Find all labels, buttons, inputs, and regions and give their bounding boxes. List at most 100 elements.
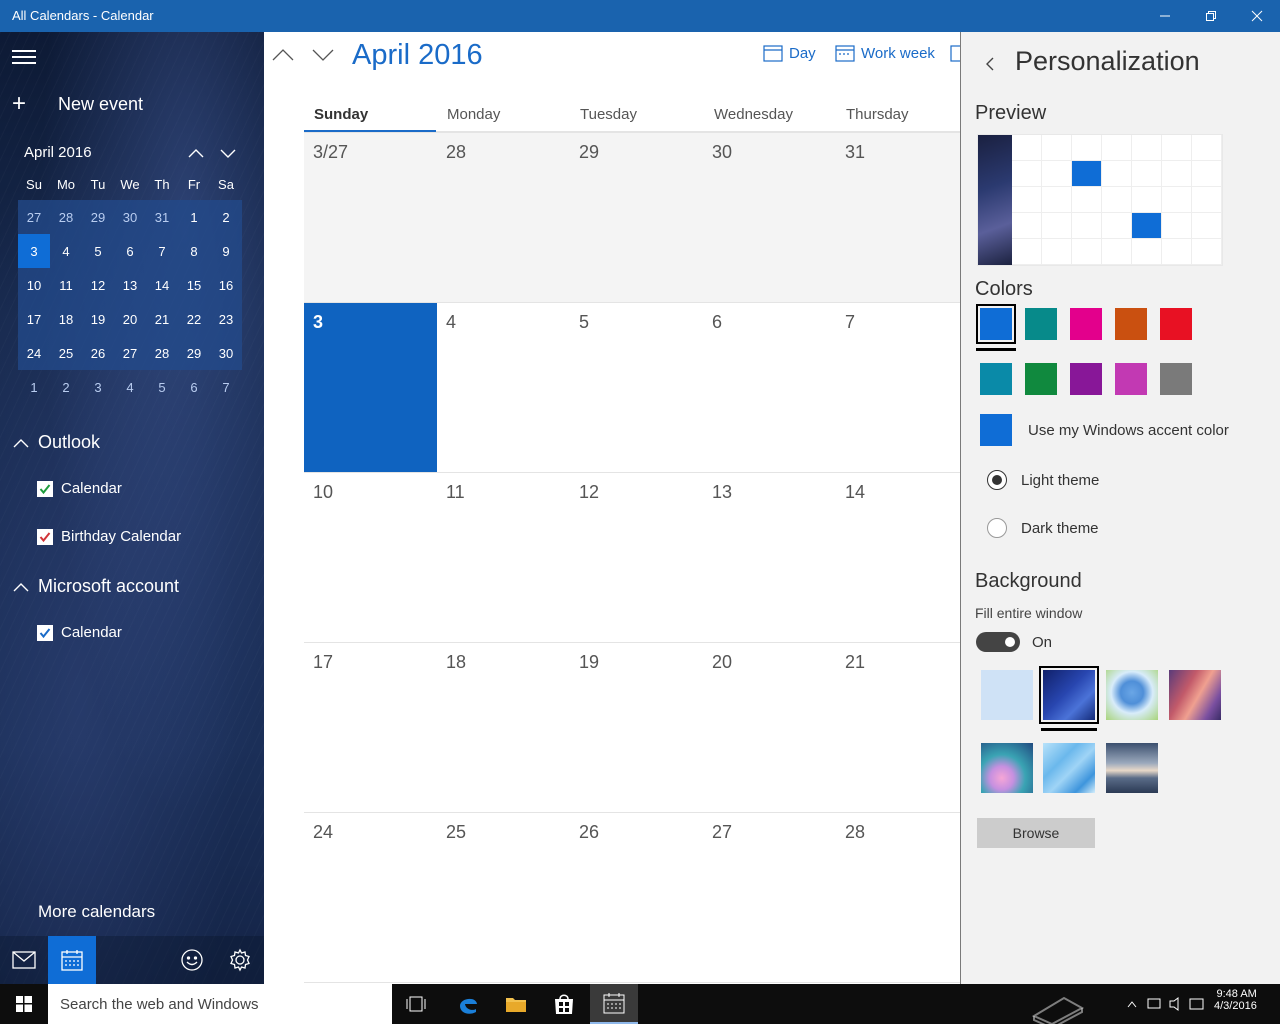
mini-calendar-day[interactable]: 12	[82, 268, 114, 302]
mini-calendar-day[interactable]: 17	[18, 302, 50, 336]
day-cell[interactable]: 11	[437, 473, 570, 642]
back-button[interactable]	[979, 52, 1001, 76]
close-button[interactable]	[1234, 0, 1280, 32]
color-swatch[interactable]	[980, 363, 1012, 395]
mini-calendar-day[interactable]: 27	[114, 336, 146, 370]
mini-calendar-day[interactable]: 8	[178, 234, 210, 268]
calendar-item-microsoft-calendar[interactable]: Calendar	[37, 624, 122, 641]
day-cell[interactable]: 24	[304, 813, 437, 982]
mini-calendar-day[interactable]: 4	[50, 234, 82, 268]
mini-calendar-day[interactable]: 24	[18, 336, 50, 370]
start-button[interactable]	[0, 984, 48, 1024]
background-thumb-canyon[interactable]	[1169, 670, 1221, 720]
day-cell[interactable]: 25	[437, 813, 570, 982]
day-cell[interactable]: 3	[304, 303, 437, 472]
edge-browser-button[interactable]	[444, 984, 492, 1024]
color-swatch[interactable]	[1025, 363, 1057, 395]
day-cell[interactable]: 17	[304, 643, 437, 812]
mini-calendar-day[interactable]: 22	[178, 302, 210, 336]
mini-calendar-day[interactable]: 5	[146, 370, 178, 404]
mini-calendar-day[interactable]: 25	[50, 336, 82, 370]
day-cell[interactable]: 10	[304, 473, 437, 642]
day-cell[interactable]: 28	[836, 813, 960, 982]
day-cell[interactable]: 31	[836, 133, 960, 302]
day-cell[interactable]: 30	[703, 133, 836, 302]
mini-calendar-day[interactable]: 11	[50, 268, 82, 302]
day-cell[interactable]: 13	[703, 473, 836, 642]
calendar-item-birthday[interactable]: Birthday Calendar	[37, 528, 181, 545]
day-view-button[interactable]: Day	[763, 44, 816, 62]
task-view-button[interactable]	[392, 984, 440, 1024]
mini-calendar-day[interactable]: 4	[114, 370, 146, 404]
feedback-button[interactable]	[168, 936, 216, 984]
day-cell[interactable]: 4	[437, 303, 570, 472]
background-thumb-hills[interactable]	[981, 743, 1033, 793]
system-tray-icons[interactable]	[1126, 996, 1206, 1015]
mini-calendar-day[interactable]: 28	[50, 200, 82, 234]
mini-calendar-day[interactable]: 5	[82, 234, 114, 268]
mini-calendar-day[interactable]: 15	[178, 268, 210, 302]
calendar-app-button[interactable]	[48, 936, 96, 984]
mini-calendar-day[interactable]: 7	[210, 370, 242, 404]
settings-button[interactable]	[216, 936, 264, 984]
mini-calendar-day[interactable]: 28	[146, 336, 178, 370]
next-month-button[interactable]	[310, 44, 336, 66]
day-cell[interactable]: 20	[703, 643, 836, 812]
background-thumb-lake[interactable]	[1106, 743, 1158, 793]
mini-calendar-day[interactable]: 19	[82, 302, 114, 336]
restore-button[interactable]	[1188, 0, 1234, 32]
store-button[interactable]	[540, 984, 588, 1024]
light-theme-radio[interactable]	[987, 470, 1007, 490]
windows-accent-color-option[interactable]: Use my Windows accent color	[980, 414, 1229, 446]
day-cell[interactable]: 12	[570, 473, 703, 642]
background-thumb-tree[interactable]	[1106, 670, 1158, 720]
color-swatch[interactable]	[1115, 308, 1147, 340]
day-cell[interactable]: 27	[703, 813, 836, 982]
dark-theme-option[interactable]: Dark theme	[987, 518, 1099, 538]
fill-window-toggle[interactable]	[976, 632, 1020, 652]
mini-calendar-day[interactable]: 23	[210, 302, 242, 336]
day-cell[interactable]: 14	[836, 473, 960, 642]
mini-calendar-day[interactable]: 26	[82, 336, 114, 370]
day-cell[interactable]: 3/27	[304, 133, 437, 302]
file-explorer-button[interactable]	[492, 984, 540, 1024]
day-cell[interactable]: 26	[570, 813, 703, 982]
light-theme-option[interactable]: Light theme	[987, 470, 1099, 490]
mini-next-month-button[interactable]	[216, 142, 240, 164]
mini-calendar-day[interactable]: 30	[114, 200, 146, 234]
color-swatch[interactable]	[1070, 308, 1102, 340]
checkbox-icon[interactable]	[37, 624, 53, 641]
background-thumb-polygon[interactable]	[1043, 743, 1095, 793]
mini-calendar-day[interactable]: 9	[210, 234, 242, 268]
mini-calendar-day[interactable]: 16	[210, 268, 242, 302]
more-calendars-link[interactable]: More calendars	[38, 902, 155, 922]
mini-calendar-day[interactable]: 3	[82, 370, 114, 404]
mini-calendar-day[interactable]: 29	[178, 336, 210, 370]
checkbox-icon[interactable]	[37, 528, 53, 545]
mini-calendar-day[interactable]: 2	[210, 200, 242, 234]
group-outlook[interactable]: Outlook	[12, 432, 100, 453]
accent-color-swatch[interactable]	[980, 414, 1012, 446]
hamburger-menu-icon[interactable]	[12, 46, 36, 66]
taskbar-search-box[interactable]: Search the web and Windows	[48, 984, 392, 1024]
previous-month-button[interactable]	[270, 44, 296, 66]
mini-calendar-day[interactable]: 3	[18, 234, 50, 268]
day-cell[interactable]: 7	[836, 303, 960, 472]
day-cell[interactable]: 21	[836, 643, 960, 812]
day-cell[interactable]: 6	[703, 303, 836, 472]
mini-calendar-day[interactable]: 7	[146, 234, 178, 268]
mini-calendar-day[interactable]: 21	[146, 302, 178, 336]
month-title[interactable]: April 2016	[352, 39, 483, 72]
new-event-button[interactable]: + New event	[12, 92, 143, 116]
group-microsoft-account[interactable]: Microsoft account	[12, 576, 179, 597]
background-thumb-starfield[interactable]	[1039, 666, 1099, 724]
minimize-button[interactable]	[1142, 0, 1188, 32]
color-swatch[interactable]	[976, 304, 1016, 344]
dark-theme-radio[interactable]	[987, 518, 1007, 538]
day-cell[interactable]: 19	[570, 643, 703, 812]
color-swatch[interactable]	[1160, 308, 1192, 340]
mini-calendar-day[interactable]: 6	[114, 234, 146, 268]
mini-calendar-day[interactable]: 1	[18, 370, 50, 404]
mini-calendar-day[interactable]: 6	[178, 370, 210, 404]
day-cell[interactable]: 28	[437, 133, 570, 302]
